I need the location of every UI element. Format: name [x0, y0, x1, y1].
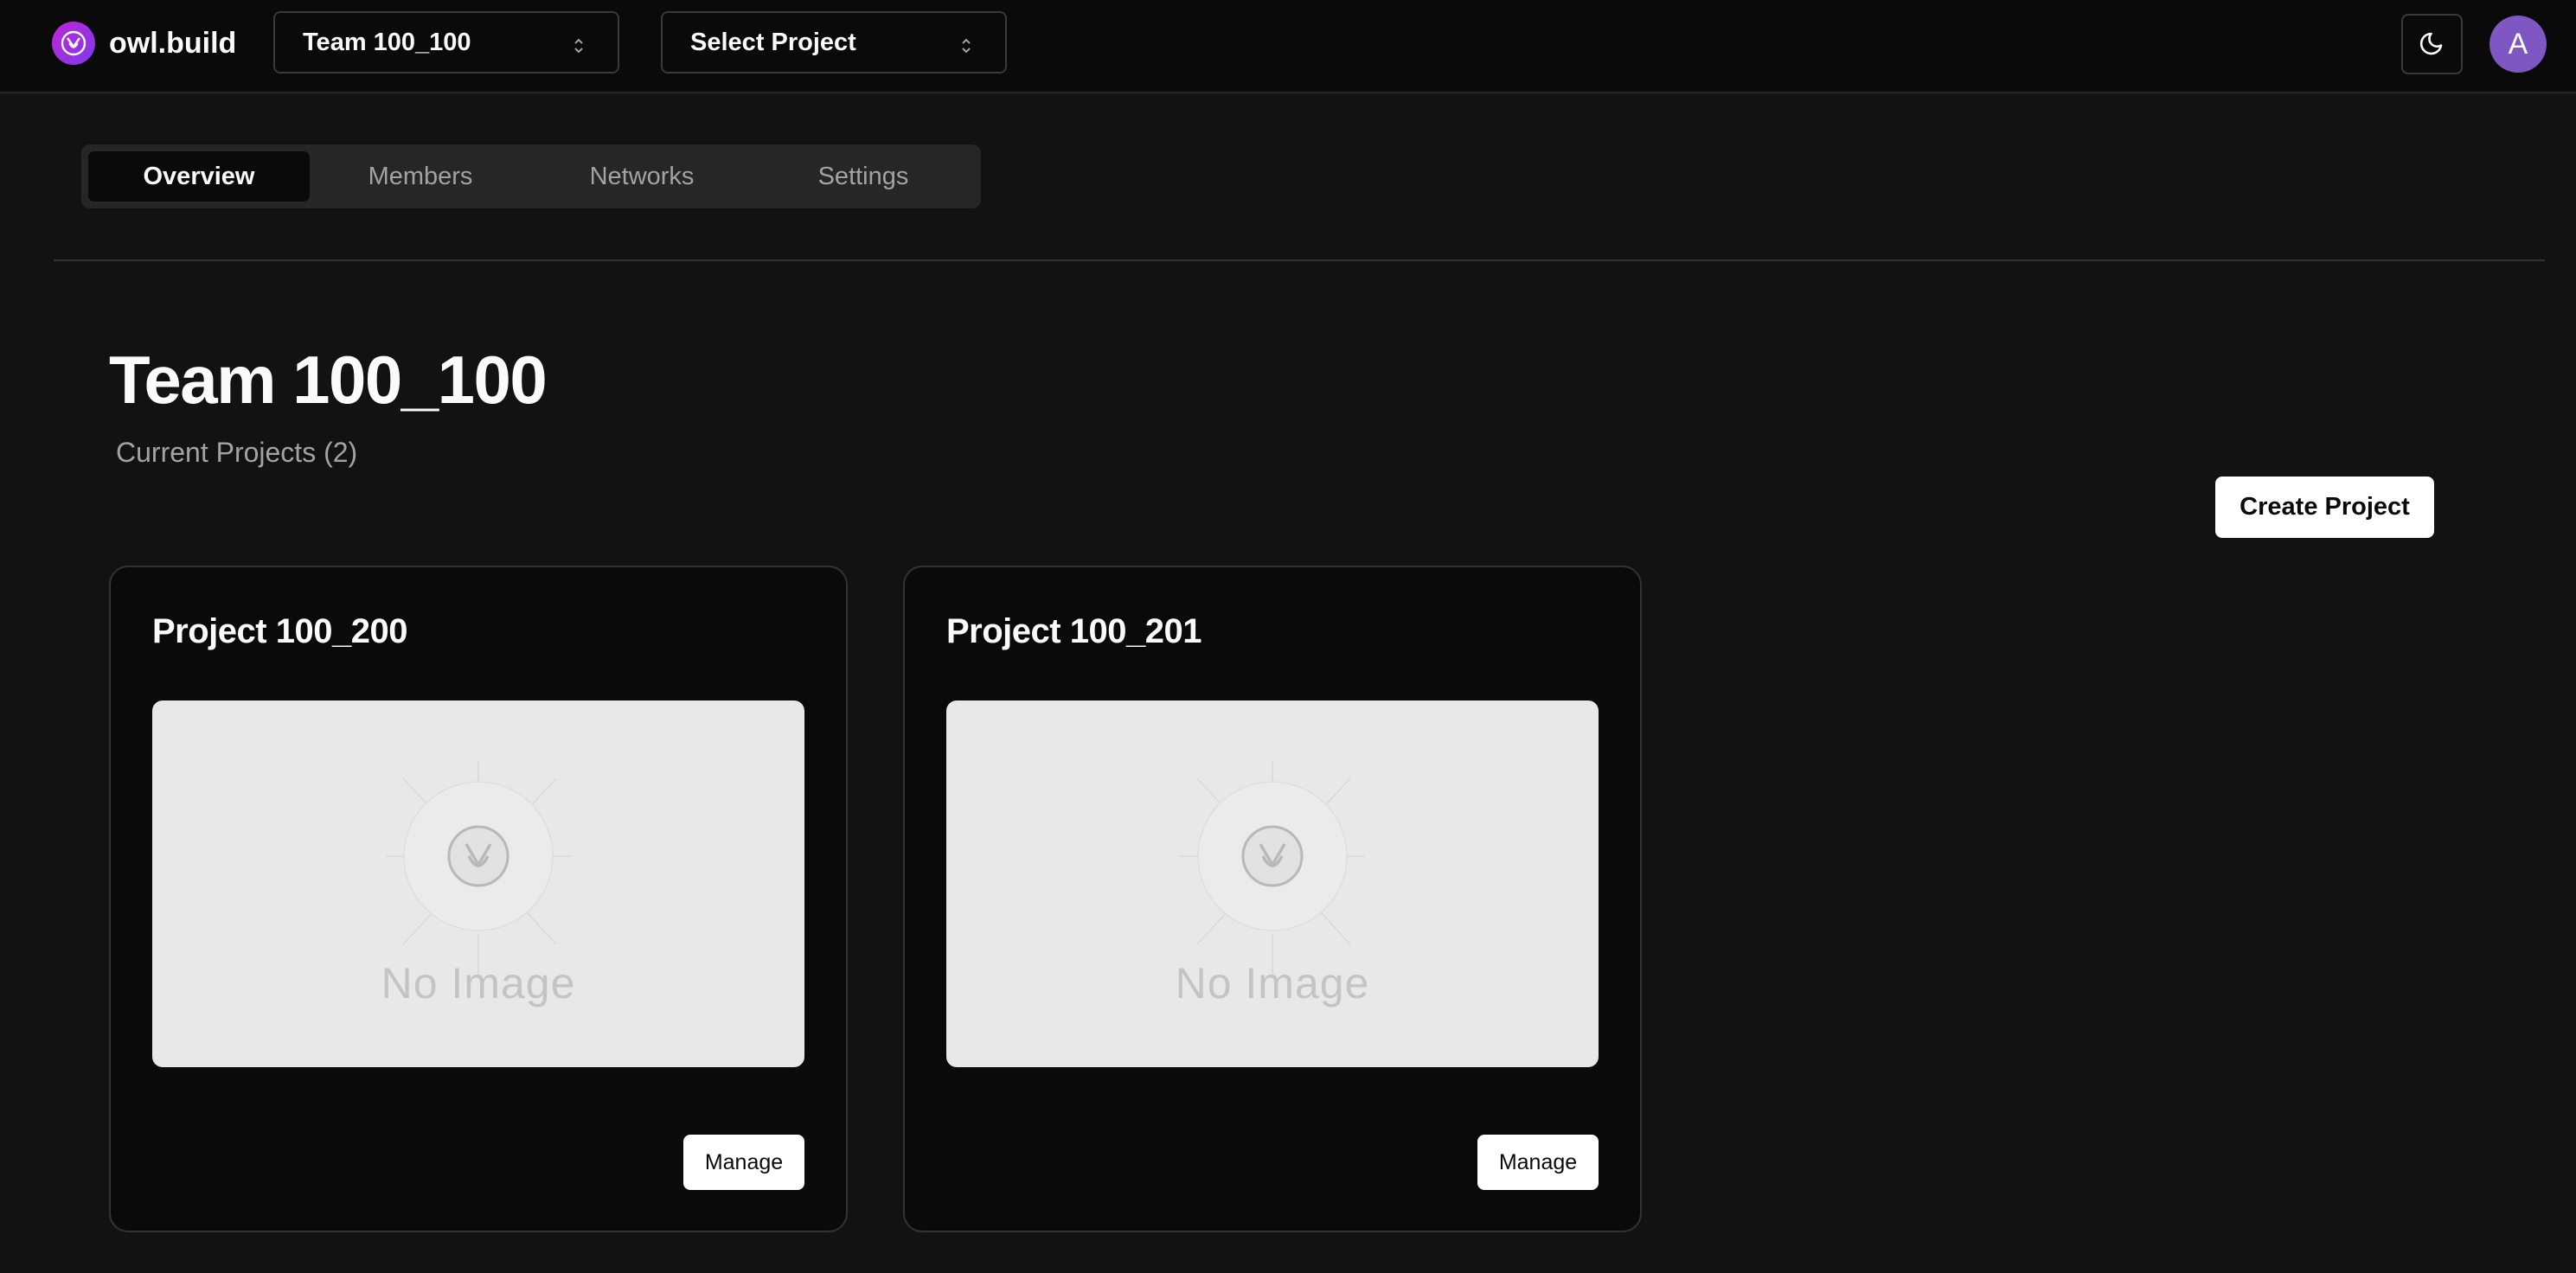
team-select-value: Team 100_100 — [303, 28, 471, 56]
chevron-up-down-icon — [573, 34, 585, 62]
theme-toggle-button[interactable] — [2401, 14, 2463, 74]
no-image-owl-icon — [386, 761, 571, 977]
tab-members[interactable]: Members — [310, 151, 531, 202]
team-select[interactable]: Team 100_100 — [273, 11, 619, 74]
user-avatar[interactable]: A — [2489, 16, 2547, 73]
create-project-button[interactable]: Create Project — [2215, 477, 2434, 538]
owl-logo-icon — [52, 22, 95, 65]
project-select[interactable]: Select Project — [661, 11, 1007, 74]
project-name: Project 100_200 — [152, 612, 407, 650]
brand[interactable]: owl.build — [52, 22, 236, 65]
tab-settings[interactable]: Settings — [753, 151, 974, 202]
project-thumbnail-placeholder: No Image — [152, 700, 804, 1067]
project-card: Project 100_201 No Image Manage — [903, 566, 1642, 1232]
project-name: Project 100_201 — [946, 612, 1201, 650]
no-image-label: No Image — [1175, 959, 1370, 1008]
brand-name: owl.build — [109, 26, 237, 60]
projects-count-label: Current Projects (2) — [116, 437, 358, 468]
chevron-up-down-icon — [960, 34, 972, 62]
manage-project-button[interactable]: Manage — [683, 1135, 804, 1190]
avatar-initial: A — [2508, 27, 2528, 61]
tab-networks[interactable]: Networks — [531, 151, 753, 202]
page-title: Team 100_100 — [109, 342, 548, 418]
project-thumbnail-placeholder: No Image — [946, 700, 1599, 1067]
no-image-label: No Image — [381, 959, 576, 1008]
section-divider — [54, 259, 2545, 261]
top-navigation-bar: owl.build Team 100_100 Select Project A — [0, 0, 2576, 93]
project-card: Project 100_200 No Image Manage — [109, 566, 848, 1232]
manage-project-button[interactable]: Manage — [1477, 1135, 1599, 1190]
moon-icon — [2418, 28, 2447, 61]
no-image-owl-icon — [1180, 761, 1365, 977]
tab-overview[interactable]: Overview — [88, 151, 310, 202]
team-tabs: Overview Members Networks Settings — [81, 144, 981, 208]
project-select-value: Select Project — [690, 28, 856, 56]
